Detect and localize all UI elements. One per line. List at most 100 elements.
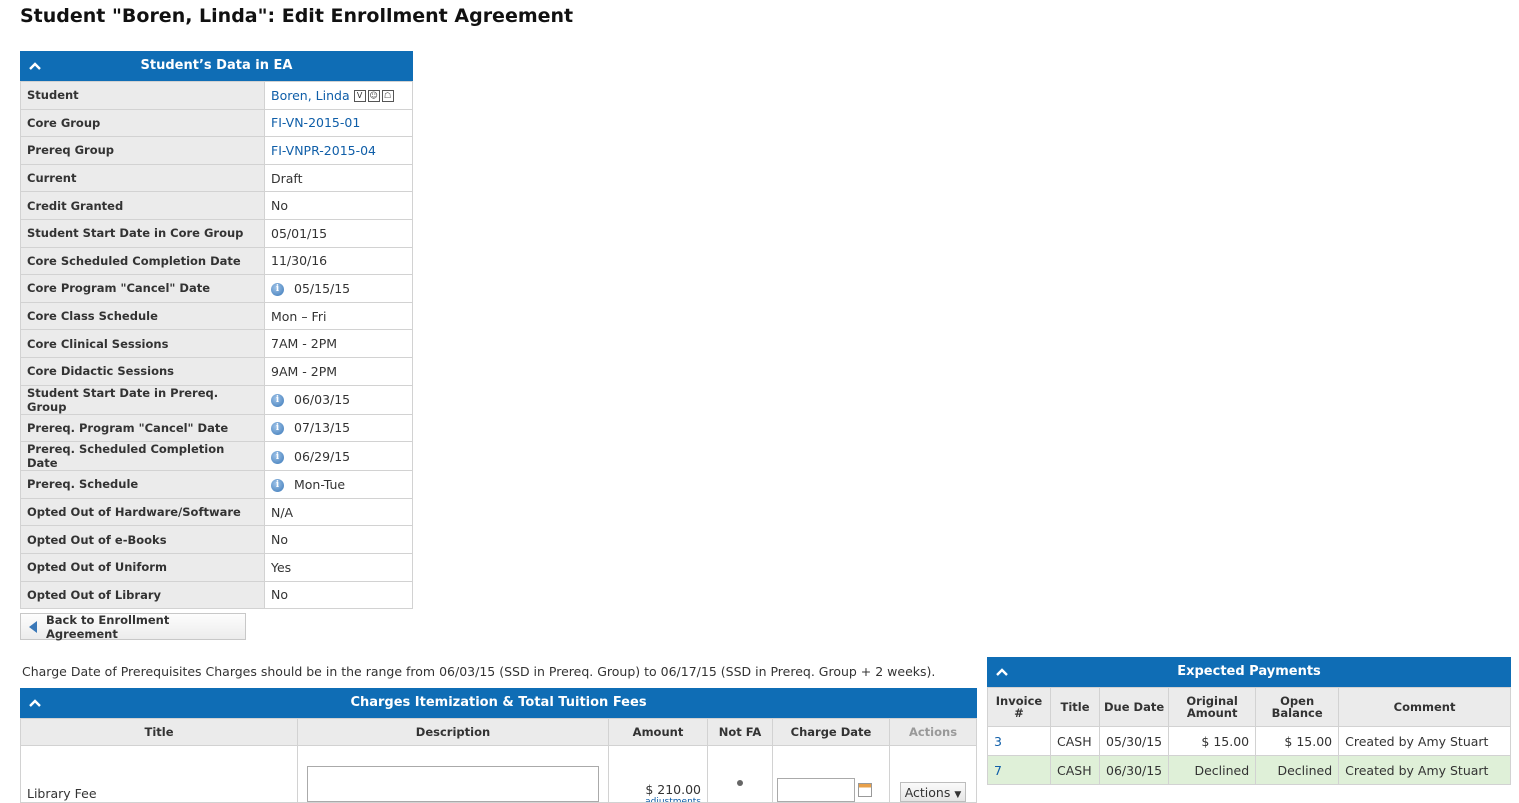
info-icon[interactable]: i <box>271 422 284 436</box>
charge-date-note: Charge Date of Prerequisites Charges sho… <box>22 664 936 679</box>
adjustments-link[interactable]: adjustments <box>615 796 701 802</box>
comment: Created by Amy Stuart <box>1345 762 1489 778</box>
col-amount: Amount <box>608 718 708 746</box>
student-data-panel-header[interactable]: Student’s Data in EA <box>20 51 413 81</box>
expected-payments-panel-title: Expected Payments <box>1177 664 1321 679</box>
field-value: Draft <box>271 170 303 186</box>
col-title: Title <box>1050 687 1100 727</box>
table-row: Prereq. Schedule i Mon-Tue <box>20 470 413 499</box>
profile-icon[interactable]: ☺ <box>367 90 380 103</box>
expected-payments-panel-header[interactable]: Expected Payments <box>987 657 1511 687</box>
field-label: Core Program "Cancel" Date <box>20 274 265 303</box>
field-label: Prereq. Scheduled Completion Date <box>20 441 265 472</box>
not-fa-indicator <box>737 779 743 786</box>
table-row: 7 CASH 06/30/15 Declined Declined Created by … <box>987 755 1511 785</box>
expected-payments-table: Invoice # Title Due Date Original Amount… <box>987 687 1511 785</box>
due-date: 05/30/15 <box>1106 733 1163 749</box>
table-row: Core Didactic Sessions 9AM - 2PM <box>20 356 413 386</box>
field-value: Mon-Tue <box>294 476 346 492</box>
field-value[interactable]: Boren, Linda <box>271 88 350 103</box>
field-label: Core Class Schedule <box>20 301 265 331</box>
description-input[interactable] <box>307 766 599 802</box>
back-to-enrollment-agreement-button[interactable]: Back to Enrollment Agreement <box>20 613 246 641</box>
caret-down-icon: ▼ <box>954 790 962 800</box>
table-row: 3 CASH 05/30/15 $ 15.00 $ 15.00 Created by Am… <box>987 726 1511 756</box>
charges-panel-title: Charges Itemization & Total Tuition Fees <box>350 695 647 710</box>
charge-amount: $ 210.00 <box>645 782 701 797</box>
info-icon[interactable]: i <box>271 478 284 492</box>
collapse-chevron-icon[interactable] <box>28 51 42 81</box>
field-label: Student <box>20 81 265 110</box>
field-value: 9AM - 2PM <box>271 363 338 379</box>
info-icon[interactable]: i <box>271 282 284 296</box>
charges-panel: Charges Itemization & Total Tuition Fees… <box>20 688 977 803</box>
field-label: Opted Out of Uniform <box>20 552 265 582</box>
field-value: N/A <box>271 504 294 520</box>
field-value[interactable]: FI-VNPR-2015-04 <box>271 143 376 158</box>
actions-dropdown-button[interactable]: Actions ▼ <box>899 782 967 802</box>
home-icon[interactable]: ☖ <box>381 90 394 103</box>
field-label: Student Start Date in Prereq. Group <box>20 384 265 415</box>
expected-payments-panel: Expected Payments Invoice # Title Due Da… <box>987 657 1511 785</box>
col-description: Description <box>297 718 609 746</box>
table-row: Prereq. Program "Cancel" Date i 07/13/15 <box>20 413 413 443</box>
field-label: Core Scheduled Completion Date <box>20 246 265 276</box>
col-original-amount: Original Amount <box>1168 687 1257 727</box>
calendar-icon[interactable] <box>858 783 872 797</box>
collapse-chevron-icon[interactable] <box>28 688 42 718</box>
table-row: Core Scheduled Completion Date 11/30/16 <box>20 246 413 276</box>
student-data-table: Student Boren, Linda V ☺ ☖ Core Group FI-VN-20… <box>20 81 413 610</box>
table-row: Student Boren, Linda V ☺ ☖ <box>20 81 413 110</box>
table-row: Student Start Date in Core Group 05/01/15 <box>20 218 413 248</box>
table-row: Student Start Date in Prereq. Group i 06/0… <box>20 384 413 415</box>
field-value: Mon – Fri <box>271 308 327 324</box>
field-label: Opted Out of e-Books <box>20 525 265 554</box>
table-row: Opted Out of Uniform Yes <box>20 552 413 582</box>
field-value: No <box>271 198 288 214</box>
field-label: Prereq. Program "Cancel" Date <box>20 413 265 443</box>
field-label: Opted Out of Hardware/Software <box>20 497 265 527</box>
field-value: 07/13/15 <box>294 420 351 436</box>
field-label: Student Start Date in Core Group <box>20 218 265 248</box>
field-label: Opted Out of Library <box>20 580 265 610</box>
charges-panel-header[interactable]: Charges Itemization & Total Tuition Fees <box>20 688 977 718</box>
charges-table: Title Description Amount Not FA Charge D… <box>20 718 977 803</box>
col-charge-date: Charge Date <box>772 718 890 746</box>
student-data-panel: Student’s Data in EA Student Boren, Linda… <box>20 51 413 610</box>
table-row: Prereq. Scheduled Completion Date i 06/29/… <box>20 441 413 472</box>
invoice-link[interactable]: 7 <box>994 763 1002 778</box>
field-label: Prereq. Schedule <box>20 470 265 499</box>
col-due-date: Due Date <box>1098 687 1170 727</box>
charge-date-input[interactable] <box>777 778 855 802</box>
invoice-link[interactable]: 3 <box>994 734 1002 749</box>
col-title: Title <box>20 718 298 746</box>
actions-label: Actions <box>904 785 951 800</box>
collapse-chevron-icon[interactable] <box>995 657 1009 687</box>
table-row: Opted Out of Library No <box>20 580 413 610</box>
field-value: 05/01/15 <box>271 225 328 241</box>
field-label: Core Clinical Sessions <box>20 329 265 358</box>
field-label: Core Group <box>20 108 265 138</box>
col-not-fa: Not FA <box>707 718 773 746</box>
info-icon[interactable]: i <box>271 394 284 408</box>
table-row: Core Group FI-VN-2015-01 <box>20 108 413 138</box>
field-value[interactable]: FI-VN-2015-01 <box>271 115 360 130</box>
col-open-balance: Open Balance <box>1255 687 1340 727</box>
table-row: Library Fee $ 210.00 adjustments Actions… <box>20 745 977 803</box>
payment-title: CASH <box>1057 762 1092 778</box>
table-row: Credit Granted No <box>20 191 413 220</box>
table-row: Current Draft <box>20 163 413 193</box>
field-value: 06/29/15 <box>294 448 351 464</box>
field-value: 7AM - 2PM <box>271 336 338 352</box>
info-icon[interactable]: i <box>271 450 284 464</box>
open-balance: Declined <box>1277 762 1333 778</box>
back-arrow-icon <box>29 620 37 633</box>
view-icon[interactable]: V <box>353 90 366 103</box>
page-title: Student "Boren, Linda": Edit Enrollment … <box>20 5 574 27</box>
field-value: 06/03/15 <box>294 392 351 408</box>
original-amount: Declined <box>1194 762 1250 778</box>
field-value: 11/30/16 <box>271 253 328 269</box>
field-value: 05/15/15 <box>294 280 351 296</box>
table-row: Core Program "Cancel" Date i 05/15/15 <box>20 274 413 303</box>
col-actions: Actions <box>889 718 977 746</box>
